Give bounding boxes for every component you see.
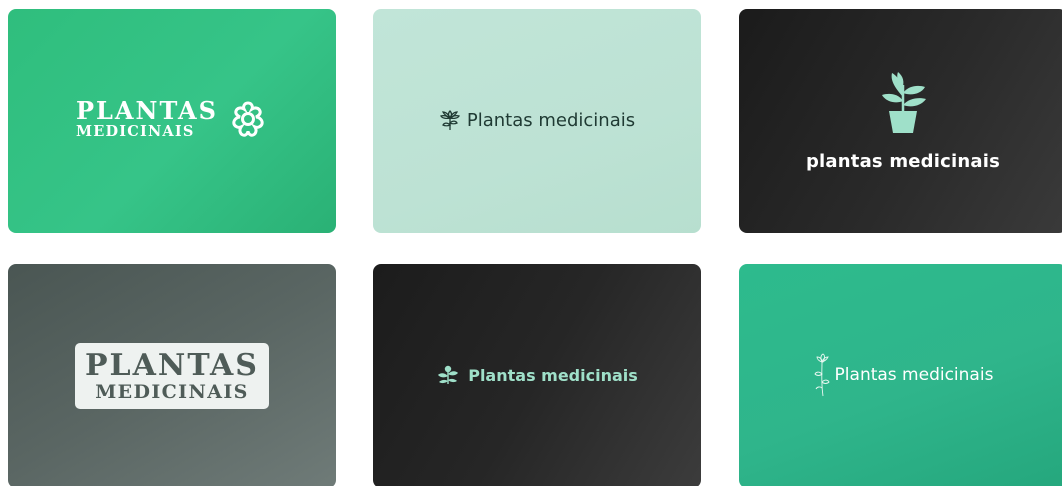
potted-plant-icon (876, 71, 930, 135)
logo-line-1: PLANTAS (85, 348, 259, 383)
logo-text: Plantas medicinais (468, 365, 638, 385)
logo-text: Plantas medicinais (466, 109, 636, 131)
logo-card-3[interactable]: plantas medicinais (739, 9, 1062, 233)
logo-text: plantas medicinais (805, 150, 1001, 172)
logo-line-2: MEDICINAIS (76, 122, 195, 140)
lotus-icon (439, 108, 461, 132)
logo-card-5[interactable]: Plantas medicinais (373, 264, 701, 486)
logo-card-2[interactable]: Plantas medicinais (373, 9, 701, 233)
logo-lockup: PLANTAS MEDICINAIS (76, 95, 268, 140)
logo-card-4[interactable]: PLANTAS MEDICINAIS (8, 264, 336, 486)
logo-line-2: MEDICINAIS (95, 381, 249, 403)
logo-card-1[interactable]: PLANTAS MEDICINAIS (8, 9, 336, 233)
flower-icon (228, 99, 268, 139)
logo-text: Plantas medicinais (834, 365, 994, 385)
logo-line-1: PLANTAS (76, 95, 218, 125)
flower-stem-icon (813, 352, 831, 398)
logo-lockup: Plantas medicinais (813, 352, 994, 398)
logo-lockup: Plantas medicinais (436, 364, 638, 386)
logo-box: PLANTAS MEDICINAIS (75, 343, 269, 409)
herb-icon (436, 364, 460, 386)
logo-wordmark: PLANTAS MEDICINAIS (76, 95, 218, 140)
logo-card-6[interactable]: Plantas medicinais (739, 264, 1062, 486)
logo-lockup: Plantas medicinais (439, 108, 635, 132)
